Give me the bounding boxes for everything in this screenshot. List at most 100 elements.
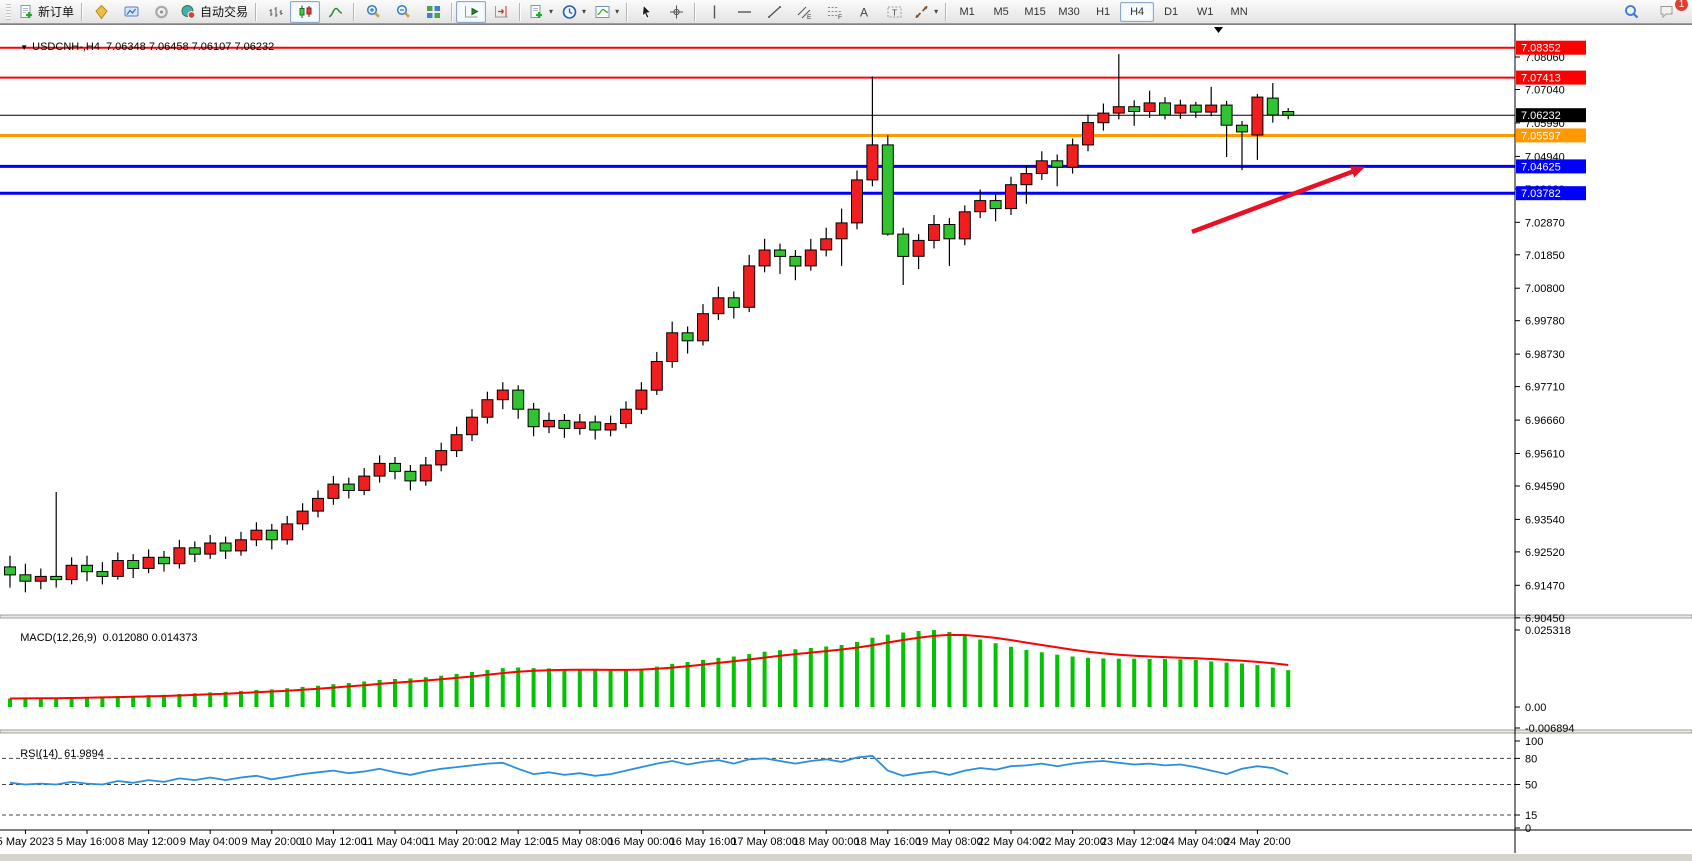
chart-shift-icon (493, 4, 510, 20)
timeframe-h4-button[interactable]: H4 (1120, 2, 1154, 22)
timeframe-m30-button[interactable]: M30 (1052, 2, 1086, 22)
svg-text:7.05597: 7.05597 (1521, 130, 1561, 142)
svg-text:12 May 12:00: 12 May 12:00 (485, 836, 552, 848)
svg-text:5 May 16:00: 5 May 16:00 (57, 836, 118, 848)
svg-text:6.91470: 6.91470 (1525, 580, 1565, 592)
notifications-button[interactable]: 1 (1652, 1, 1682, 23)
indicators-button[interactable]: ▾ (590, 1, 623, 23)
chart-window[interactable]: 7.080607.070407.059907.049407.039207.028… (0, 24, 1692, 861)
dropdown-arrow-icon[interactable]: ▾ (549, 7, 553, 16)
svg-text:15 May 08:00: 15 May 08:00 (546, 836, 613, 848)
horizontal-line-button[interactable] (729, 1, 759, 23)
svg-text:F: F (838, 14, 842, 20)
publish-chart-button[interactable] (116, 1, 146, 23)
dropdown-arrow-icon[interactable]: ▾ (615, 7, 619, 16)
svg-text:E: E (807, 14, 812, 20)
auto-trading-button[interactable]: 自动交易 (176, 1, 252, 23)
timeframe-d1-button[interactable]: D1 (1154, 2, 1188, 22)
svg-text:24 May 04:00: 24 May 04:00 (1162, 836, 1229, 848)
toolbar-separator (626, 3, 628, 21)
svg-text:6.95610: 6.95610 (1525, 449, 1565, 461)
text-tool-button[interactable]: A (849, 1, 879, 23)
svg-text:7.07040: 7.07040 (1525, 85, 1565, 97)
vertical-line-icon (706, 4, 723, 20)
new-order-icon (18, 4, 35, 20)
chart-canvas[interactable]: 7.080607.070407.059907.049407.039207.028… (0, 24, 1692, 864)
search-button[interactable] (1616, 1, 1646, 23)
bar-chart-mode-button[interactable] (260, 1, 290, 23)
channel-icon: E (796, 4, 813, 20)
bar-chart-icon (267, 4, 284, 20)
svg-text:100: 100 (1525, 736, 1543, 748)
chart-title: ▼USDCNH-,H47.06348 7.06458 7.06107 7.062… (8, 29, 280, 65)
auto-scroll-button[interactable] (456, 1, 486, 23)
dropdown-arrow-icon[interactable]: ▾ (934, 7, 938, 16)
dropdown-arrow-icon[interactable]: ▾ (582, 7, 586, 16)
signals-button[interactable] (146, 1, 176, 23)
tile-windows-button[interactable] (418, 1, 448, 23)
vertical-line-button[interactable] (699, 1, 729, 23)
svg-text:6.99780: 6.99780 (1525, 316, 1565, 328)
svg-text:7.07413: 7.07413 (1521, 73, 1561, 85)
timeframe-m15-button[interactable]: M15 (1018, 2, 1052, 22)
svg-text:16 May 00:00: 16 May 00:00 (608, 836, 675, 848)
svg-text:22 May 20:00: 22 May 20:00 (1039, 836, 1106, 848)
signals-icon (153, 4, 170, 20)
svg-text:6.96660: 6.96660 (1525, 415, 1565, 427)
svg-text:22 May 04:00: 22 May 04:00 (978, 836, 1045, 848)
template-icon (528, 4, 545, 20)
new-template-button[interactable]: ▾ (524, 1, 557, 23)
arrows-icon (913, 4, 930, 20)
cursor-button[interactable] (631, 1, 661, 23)
zoom-in-button[interactable] (358, 1, 388, 23)
zoom-out-button[interactable] (388, 1, 418, 23)
crosshair-icon (668, 4, 685, 20)
svg-text:18 May 16:00: 18 May 16:00 (854, 836, 921, 848)
line-chart-icon (327, 4, 344, 20)
svg-text:9 May 04:00: 9 May 04:00 (180, 836, 241, 848)
svg-text:6.93540: 6.93540 (1525, 514, 1565, 526)
toolbar-drag-handle[interactable] (6, 4, 11, 20)
line-chart-mode-button[interactable] (320, 1, 350, 23)
gold-diamond-icon (93, 4, 110, 20)
rsi-name: RSI(14) (20, 748, 58, 760)
timeframe-w1-button[interactable]: W1 (1188, 2, 1222, 22)
svg-text:7.04625: 7.04625 (1521, 161, 1561, 173)
svg-text:15: 15 (1525, 810, 1537, 822)
periods-button[interactable]: ▾ (557, 1, 590, 23)
timeframe-m1-button[interactable]: M1 (950, 2, 984, 22)
text-label-button[interactable]: T (879, 1, 909, 23)
tile-windows-icon (425, 4, 442, 20)
svg-text:11 May 20:00: 11 May 20:00 (424, 836, 490, 848)
equidistant-channel-button[interactable]: E (789, 1, 819, 23)
publish-icon (123, 4, 140, 20)
chart-shift-button[interactable] (486, 1, 516, 23)
timeframe-h1-button[interactable]: H1 (1086, 2, 1120, 22)
svg-text:6.98730: 6.98730 (1525, 349, 1565, 361)
chart-menu-arrow-icon[interactable]: ▼ (20, 43, 28, 52)
chart-window-button[interactable] (86, 1, 116, 23)
rsi-value: 61.9894 (64, 748, 104, 760)
auto-scroll-icon (463, 4, 480, 20)
crosshair-button[interactable] (661, 1, 691, 23)
fibonacci-button[interactable]: F (819, 1, 849, 23)
indicators-icon (594, 4, 611, 20)
arrows-tool-button[interactable]: ▾ (909, 1, 942, 23)
text-icon: A (856, 4, 873, 20)
svg-text:9 May 20:00: 9 May 20:00 (242, 836, 303, 848)
svg-text:50: 50 (1525, 780, 1537, 792)
macd-indicator-label: MACD(12,26,9)0.012080 0.014373 (8, 620, 203, 656)
svg-text:10 May 12:00: 10 May 12:00 (300, 836, 367, 848)
rsi-indicator-label: RSI(14) 61.9894 (8, 736, 110, 772)
toolbar-separator (451, 3, 453, 21)
timeframe-mn-button[interactable]: MN (1222, 2, 1256, 22)
candlestick-mode-button[interactable] (290, 1, 320, 23)
timeframe-m5-button[interactable]: M5 (984, 2, 1018, 22)
notification-badge: 1 (1675, 0, 1688, 11)
new-order-button[interactable]: 新订单 (14, 1, 78, 23)
cursor-icon (638, 4, 655, 20)
svg-text:7.01850: 7.01850 (1525, 250, 1565, 262)
trendline-button[interactable] (759, 1, 789, 23)
zoom-in-icon (365, 4, 382, 20)
svg-text:8 May 12:00: 8 May 12:00 (118, 836, 179, 848)
